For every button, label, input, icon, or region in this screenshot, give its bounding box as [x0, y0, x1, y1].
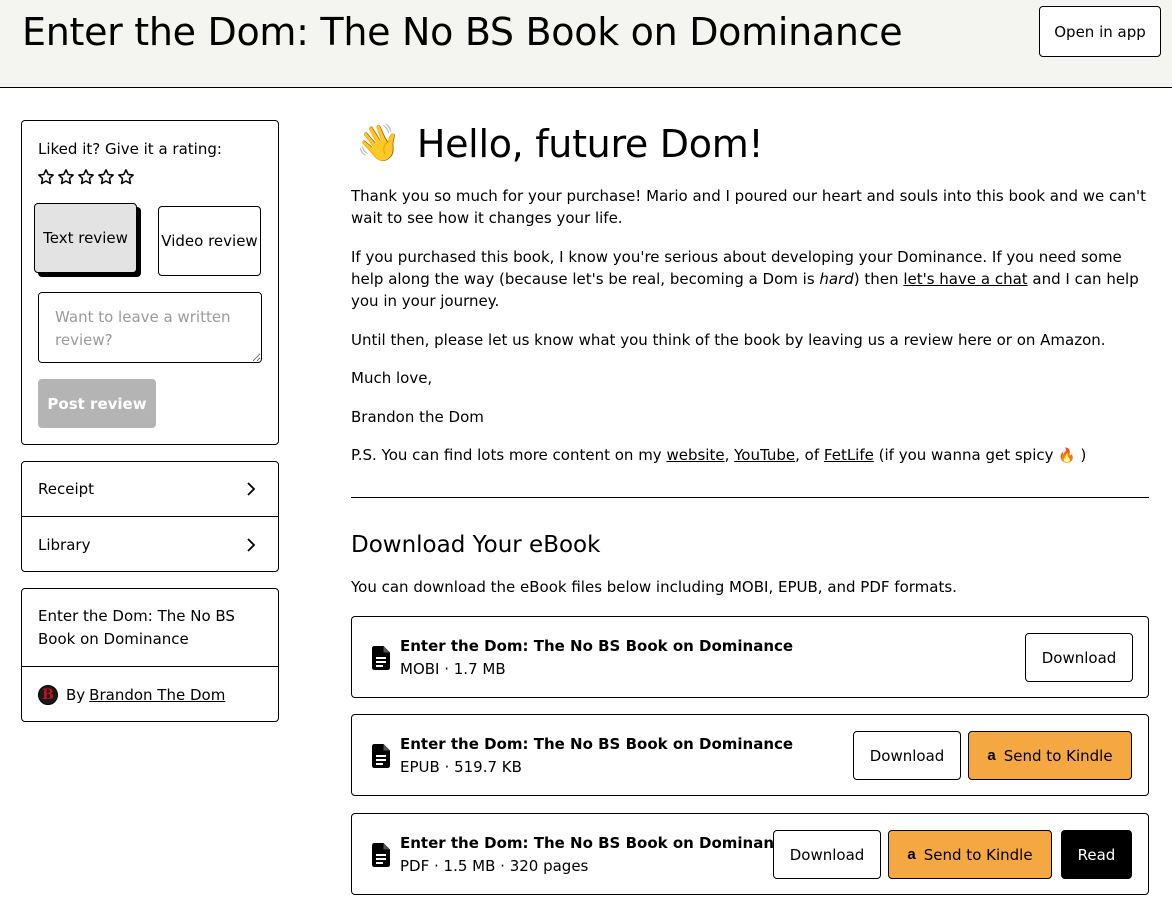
rating-prompt: Liked it? Give it a rating: [38, 140, 222, 158]
video-review-button[interactable]: Video review [158, 206, 261, 276]
ps-paragraph: P.S. You can find lots more content on m… [351, 446, 1087, 464]
file-card-pdf: Enter the Dom: The No BS Book on Dominan… [351, 813, 1149, 895]
file-text-icon [372, 843, 390, 867]
read-button[interactable]: Read [1061, 830, 1132, 879]
website-link[interactable]: website [666, 446, 724, 464]
post-review-button[interactable]: Post review [38, 379, 156, 428]
written-review-input[interactable] [38, 292, 262, 363]
divider [22, 666, 278, 667]
download-button[interactable]: Download [1025, 633, 1133, 682]
page-title: Enter the Dom: The No BS Book on Dominan… [22, 10, 903, 54]
open-in-app-button[interactable]: Open in app [1039, 6, 1161, 57]
star-icon[interactable] [117, 168, 135, 186]
waving-hand-icon: 👋 [356, 123, 401, 164]
greeting-heading: Hello, future Dom! [416, 122, 764, 166]
download-button[interactable]: Download [773, 830, 881, 879]
amazon-icon: a [987, 747, 996, 764]
star-rating [37, 168, 135, 186]
file-name: Enter the Dom: The No BS Book on Dominan… [400, 834, 794, 852]
author-avatar: B [38, 685, 58, 705]
star-icon[interactable] [37, 168, 55, 186]
file-name: Enter the Dom: The No BS Book on Dominan… [400, 735, 794, 753]
fire-icon: 🔥 [1058, 448, 1076, 464]
star-icon[interactable] [77, 168, 95, 186]
rating-card: Liked it? Give it a rating: Text review … [21, 120, 279, 445]
file-meta: PDF · 1.5 MB · 320 pages [400, 857, 589, 875]
fetlife-link[interactable]: FetLife [824, 446, 874, 464]
file-card-epub: Enter the Dom: The No BS Book on Dominan… [351, 714, 1149, 796]
text-review-button[interactable]: Text review [34, 203, 137, 273]
book-title: Enter the Dom: The No BS Book on Dominan… [38, 607, 235, 648]
star-icon[interactable] [97, 168, 115, 186]
download-button[interactable]: Download [853, 731, 961, 780]
library-label: Library [38, 535, 91, 554]
top-bar: Enter the Dom: The No BS Book on Dominan… [0, 0, 1172, 88]
download-description: You can download the eBook files below i… [351, 578, 957, 596]
chevron-right-icon [247, 537, 256, 552]
file-meta: EPUB · 519.7 KB [400, 758, 522, 776]
nav-card: Receipt Library [21, 461, 279, 572]
star-icon[interactable] [57, 168, 75, 186]
sign-off: Much love, [351, 369, 433, 387]
chat-link[interactable]: let's have a chat [903, 270, 1027, 288]
send-to-kindle-button[interactable]: a Send to Kindle [888, 830, 1052, 879]
review-request-paragraph: Until then, please let us know what you … [351, 331, 1106, 349]
download-heading: Download Your eBook [351, 532, 601, 558]
by-label: By [66, 686, 86, 704]
receipt-label: Receipt [38, 480, 95, 498]
youtube-link[interactable]: YouTube [734, 446, 795, 464]
amazon-icon: a [907, 846, 916, 863]
author-row: B By Brandon The Dom [38, 685, 225, 705]
thank-you-paragraph: Thank you so much for your purchase! Mar… [351, 187, 1147, 227]
file-name: Enter the Dom: The No BS Book on Dominan… [400, 637, 794, 655]
chevron-right-icon [247, 482, 256, 496]
file-meta: MOBI · 1.7 MB [400, 660, 506, 678]
book-info-card: Enter the Dom: The No BS Book on Dominan… [21, 588, 279, 722]
greeting: 👋 Hello, future Dom! [356, 122, 764, 166]
dominance-paragraph: If you purchased this book, I know you'r… [351, 248, 1139, 310]
file-text-icon [372, 646, 390, 670]
section-divider [351, 497, 1149, 498]
author-initial: B [42, 687, 54, 703]
send-to-kindle-button[interactable]: a Send to Kindle [968, 731, 1132, 780]
file-text-icon [372, 744, 390, 768]
signature: Brandon the Dom [351, 408, 484, 426]
file-card-mobi: Enter the Dom: The No BS Book on Dominan… [351, 616, 1149, 698]
library-link[interactable]: Library [22, 517, 278, 572]
author-link[interactable]: Brandon The Dom [89, 686, 225, 704]
receipt-link[interactable]: Receipt [22, 462, 278, 517]
